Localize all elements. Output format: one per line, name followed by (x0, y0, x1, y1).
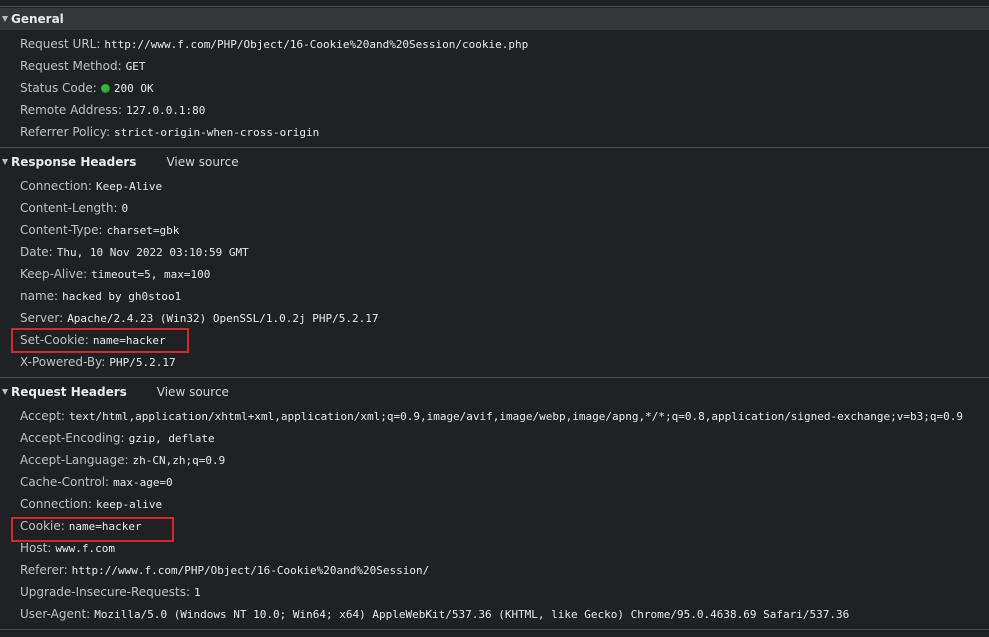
header-value: PHP/5.2.17 (109, 356, 176, 369)
section-divider (0, 629, 989, 630)
section-divider (0, 147, 989, 148)
header-key: User-Agent: (20, 607, 91, 621)
header-key: Date: (20, 245, 53, 259)
general-row-request-url: Request URL: http://www.f.com/PHP/Object/… (20, 34, 528, 54)
expand-triangle-icon (2, 389, 8, 395)
status-ok-icon (100, 84, 110, 93)
header-value: Mozilla/5.0 (Windows NT 10.0; Win64; x64… (94, 608, 850, 621)
response-view-source-link[interactable]: View source (166, 155, 238, 169)
header-value: 127.0.0.1:80 (125, 104, 206, 117)
general-section-header[interactable]: General (0, 8, 989, 30)
response-row-keep-alive: Keep-Alive: timeout=5, max=100 (20, 264, 210, 284)
header-key: Status Code: (20, 81, 97, 95)
header-value: max-age=0 (113, 476, 173, 489)
header-value: GET (125, 60, 146, 73)
header-key: Remote Address: (20, 103, 122, 117)
header-key: Request Method: (20, 59, 122, 73)
header-value: hacked by gh0stoo1 (62, 290, 182, 303)
request-headers-section-header[interactable]: Request Headers View source (0, 381, 989, 403)
header-key: Referer: (20, 563, 68, 577)
expand-triangle-icon (2, 159, 8, 165)
response-headers-section-header[interactable]: Response Headers View source (0, 151, 989, 173)
response-row-x-powered-by: X-Powered-By: PHP/5.2.17 (20, 352, 176, 372)
header-value: http://www.f.com/PHP/Object/16-Cookie%20… (104, 38, 529, 51)
request-row-upgrade-insecure-requests: Upgrade-Insecure-Requests: 1 (20, 582, 201, 602)
header-key: Request URL: (20, 37, 101, 51)
request-headers-title: Request Headers (11, 385, 127, 399)
response-row-date: Date: Thu, 10 Nov 2022 03:10:59 GMT (20, 242, 249, 262)
header-value: strict-origin-when-cross-origin (114, 126, 320, 139)
request-row-accept-encoding: Accept-Encoding: gzip, deflate (20, 428, 215, 448)
header-key: Accept: (20, 409, 65, 423)
header-key: Cache-Control: (20, 475, 110, 489)
section-divider (0, 377, 989, 378)
response-row-server: Server: Apache/2.4.23 (Win32) OpenSSL/1.0… (20, 308, 378, 328)
request-row-connection: Connection: keep-alive (20, 494, 162, 514)
request-row-host: Host: www.f.com (20, 538, 115, 558)
header-value: timeout=5, max=100 (91, 268, 211, 281)
header-key: name: (20, 289, 59, 303)
request-row-user-agent: User-Agent: Mozilla/5.0 (Windows NT 10.0;… (20, 604, 849, 624)
response-row-name: name: hacked by gh0stoo1 (20, 286, 181, 306)
request-row-cache-control: Cache-Control: max-age=0 (20, 472, 173, 492)
general-row-status-code: Status Code: 200 OK (20, 78, 154, 98)
header-key: Accept-Language: (20, 453, 129, 467)
header-key: Referrer Policy: (20, 125, 110, 139)
header-key: Upgrade-Insecure-Requests: (20, 585, 191, 599)
general-row-request-method: Request Method: GET (20, 56, 145, 76)
header-key: X-Powered-By: (20, 355, 106, 369)
header-value: zh-CN,zh;q=0.9 (132, 454, 226, 467)
request-row-referer: Referer: http://www.f.com/PHP/Object/16-C… (20, 560, 429, 580)
header-value: 0 (121, 202, 129, 215)
header-value: Keep-Alive (95, 180, 163, 193)
set-cookie-highlight-box (11, 328, 189, 353)
header-value: gzip, deflate (128, 432, 215, 445)
header-key: Keep-Alive: (20, 267, 88, 281)
header-key: Connection: (20, 179, 92, 193)
response-headers-title: Response Headers (11, 155, 137, 169)
top-tab-strip (0, 0, 989, 7)
general-row-referrer-policy: Referrer Policy: strict-origin-when-cross… (20, 122, 319, 142)
request-row-accept: Accept: text/html,application/xhtml+xml,a… (20, 406, 963, 426)
header-value: www.f.com (55, 542, 115, 555)
header-key: Server: (20, 311, 64, 325)
response-row-connection: Connection: Keep-Alive (20, 176, 162, 196)
header-key: Content-Type: (20, 223, 103, 237)
header-value: charset=gbk (106, 224, 180, 237)
header-key: Content-Length: (20, 201, 118, 215)
header-key: Connection: (20, 497, 92, 511)
expand-triangle-icon (2, 16, 8, 22)
header-value: Thu, 10 Nov 2022 03:10:59 GMT (56, 246, 249, 259)
header-key: Host: (20, 541, 52, 555)
response-row-content-length: Content-Length: 0 (20, 198, 128, 218)
response-row-content-type: Content-Type: charset=gbk (20, 220, 179, 240)
header-value: Apache/2.4.23 (Win32) OpenSSL/1.0.2j PHP… (67, 312, 379, 325)
header-value: http://www.f.com/PHP/Object/16-Cookie%20… (71, 564, 430, 577)
request-row-accept-language: Accept-Language: zh-CN,zh;q=0.9 (20, 450, 225, 470)
general-section-title: General (11, 12, 64, 26)
header-key: Accept-Encoding: (20, 431, 125, 445)
header-value: text/html,application/xhtml+xml,applicat… (68, 410, 963, 423)
header-value: keep-alive (95, 498, 163, 511)
general-row-remote-address: Remote Address: 127.0.0.1:80 (20, 100, 205, 120)
header-value: 1 (194, 586, 201, 599)
header-value: 200 OK (113, 82, 154, 95)
request-view-source-link[interactable]: View source (157, 385, 229, 399)
